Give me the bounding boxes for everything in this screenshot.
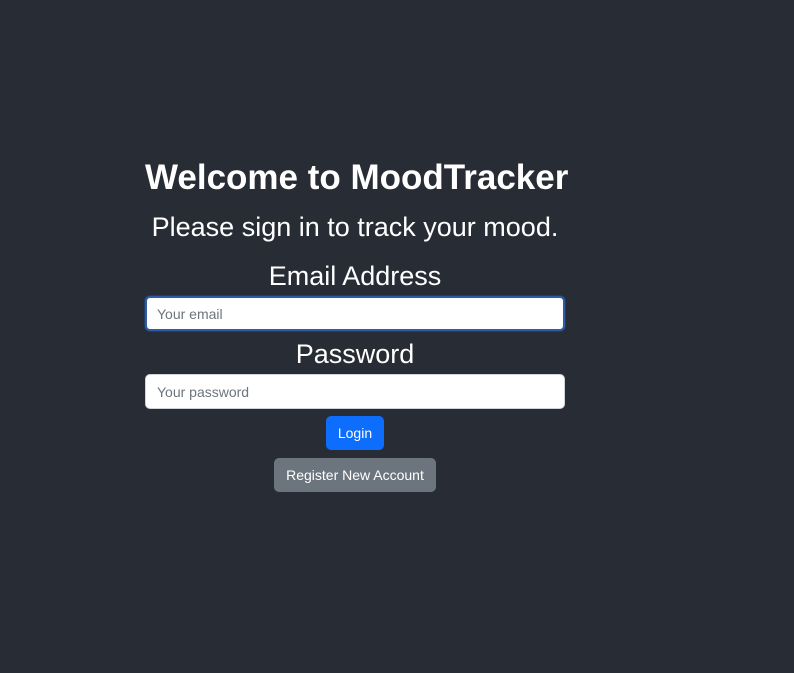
- password-field[interactable]: [145, 374, 565, 409]
- page-subtitle: Please sign in to track your mood.: [151, 212, 559, 242]
- login-panel: Welcome to MoodTracker Please sign in to…: [145, 155, 569, 492]
- password-label: Password: [295, 339, 415, 369]
- page-title: Welcome to MoodTracker: [145, 158, 569, 197]
- login-page: Welcome to MoodTracker Please sign in to…: [0, 0, 794, 673]
- email-label: Email Address: [268, 261, 442, 291]
- register-button[interactable]: Register New Account: [274, 458, 436, 492]
- login-form: Email Address Password Login Register Ne…: [145, 259, 565, 492]
- login-button[interactable]: Login: [325, 416, 385, 450]
- login-button-row: Login: [145, 409, 565, 450]
- register-button-row: Register New Account: [145, 450, 565, 492]
- email-field[interactable]: [145, 296, 565, 331]
